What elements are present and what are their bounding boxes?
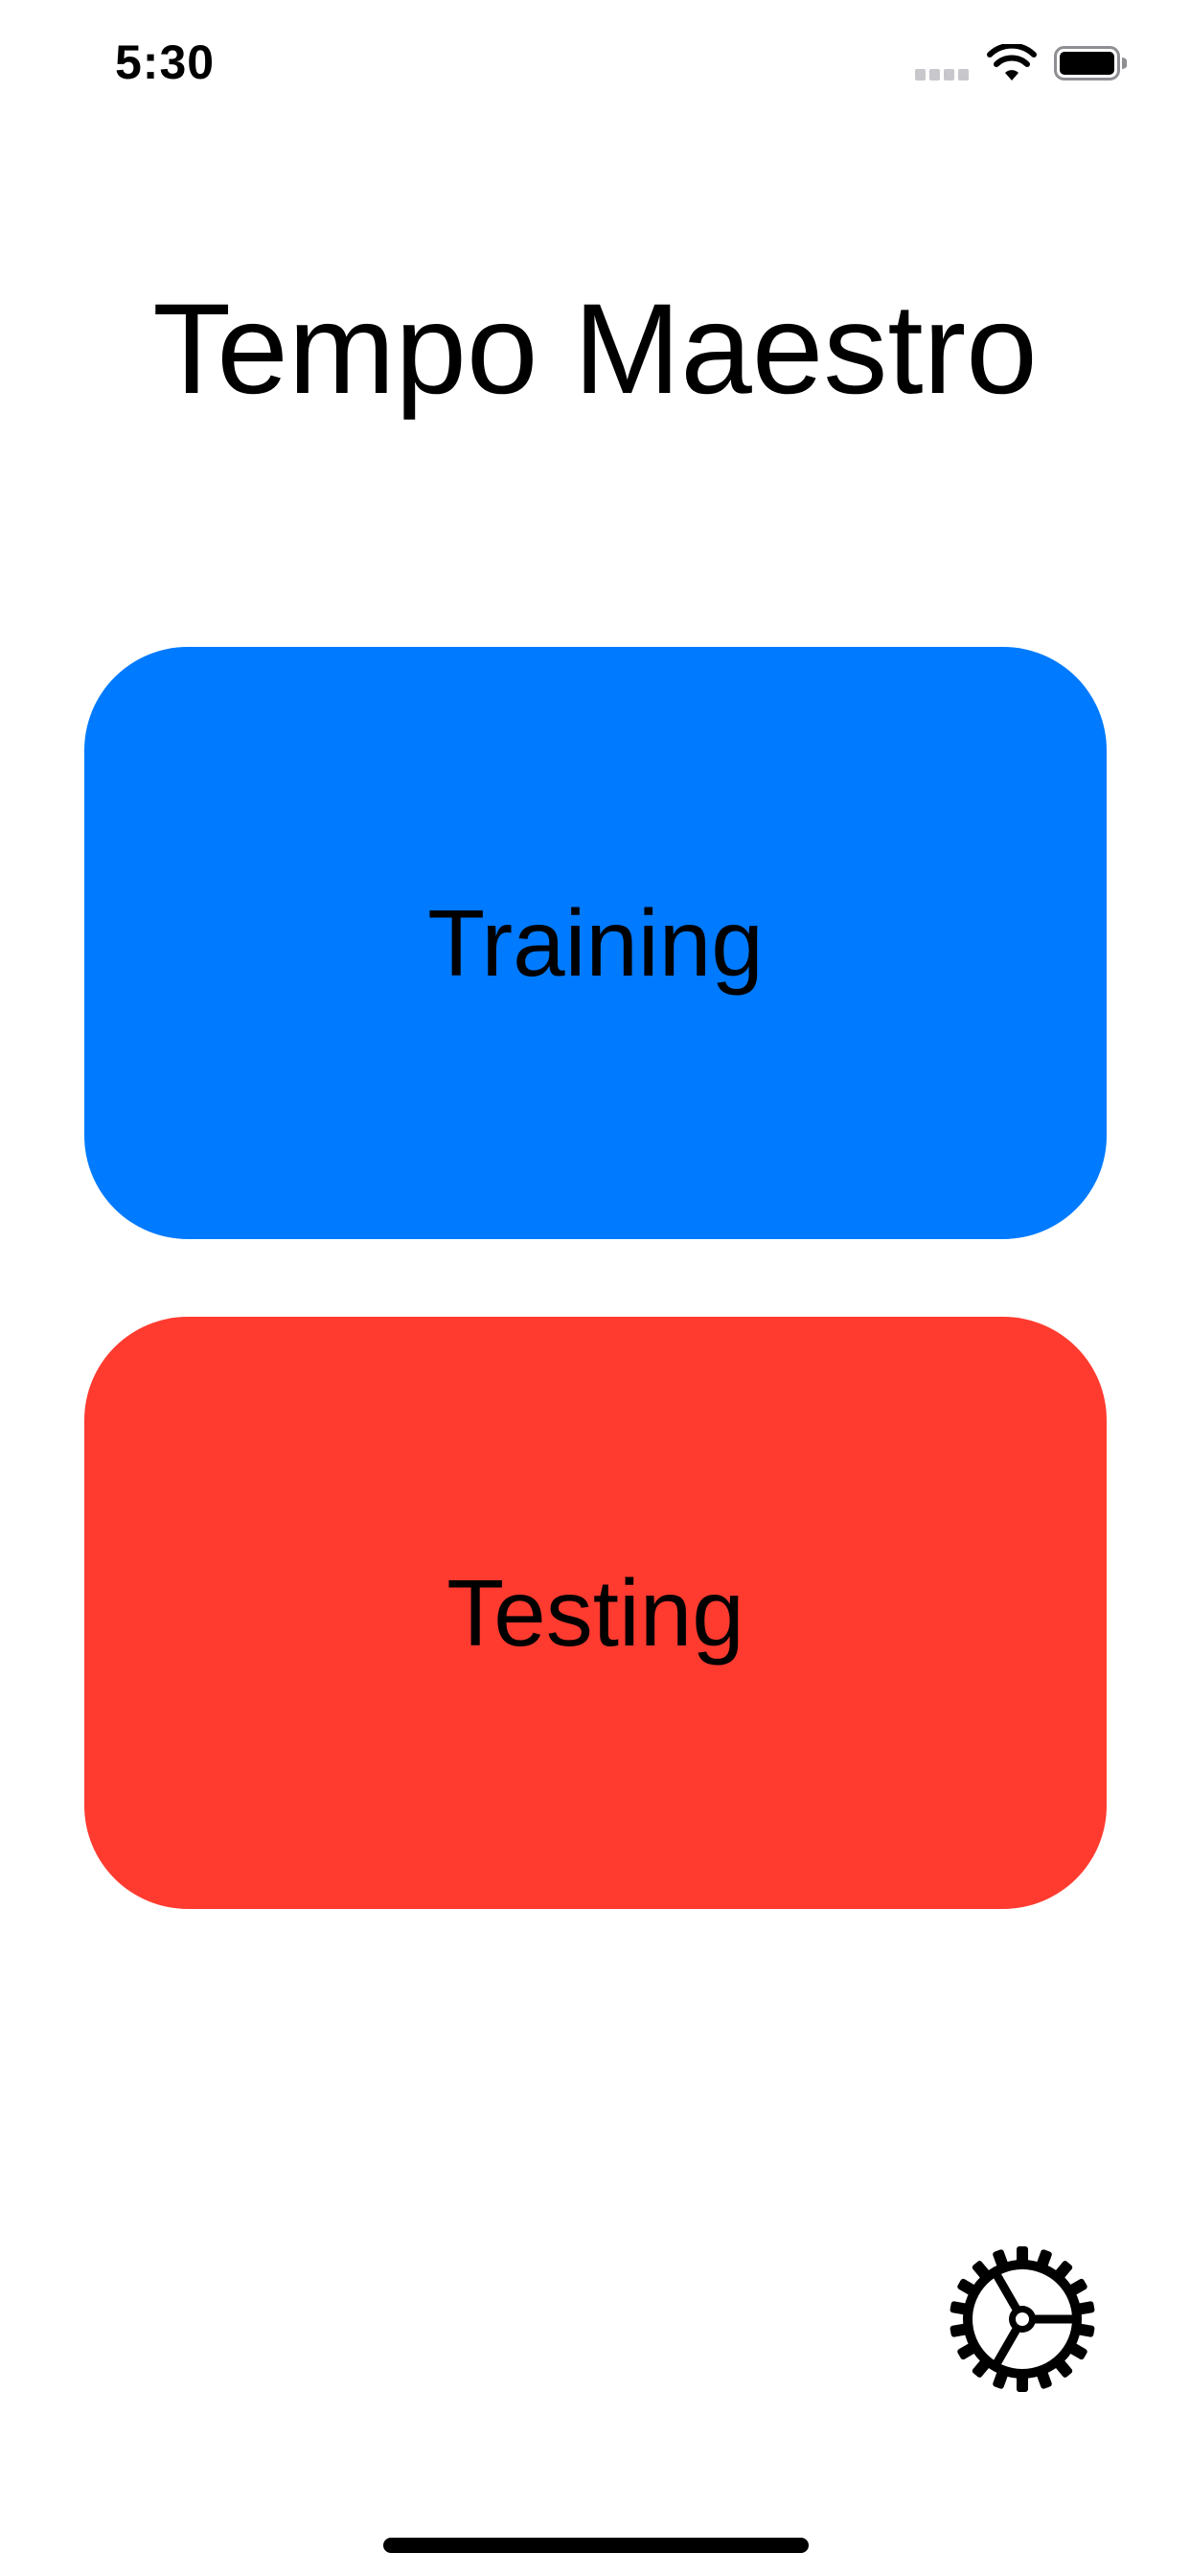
cellular-signal-icon: [915, 69, 969, 80]
testing-button-label: Testing: [446, 1559, 744, 1666]
status-time: 5:30: [115, 35, 216, 89]
home-indicator: [383, 2538, 809, 2553]
battery-icon: [1054, 46, 1127, 80]
training-button[interactable]: Training: [84, 647, 1107, 1239]
wifi-icon: [987, 44, 1037, 80]
testing-button[interactable]: Testing: [84, 1317, 1107, 1909]
page-title: Tempo Maestro: [152, 278, 1038, 421]
settings-gear-icon[interactable]: [944, 2241, 1101, 2398]
status-bar: 5:30: [0, 0, 1190, 126]
training-button-label: Training: [427, 889, 764, 996]
